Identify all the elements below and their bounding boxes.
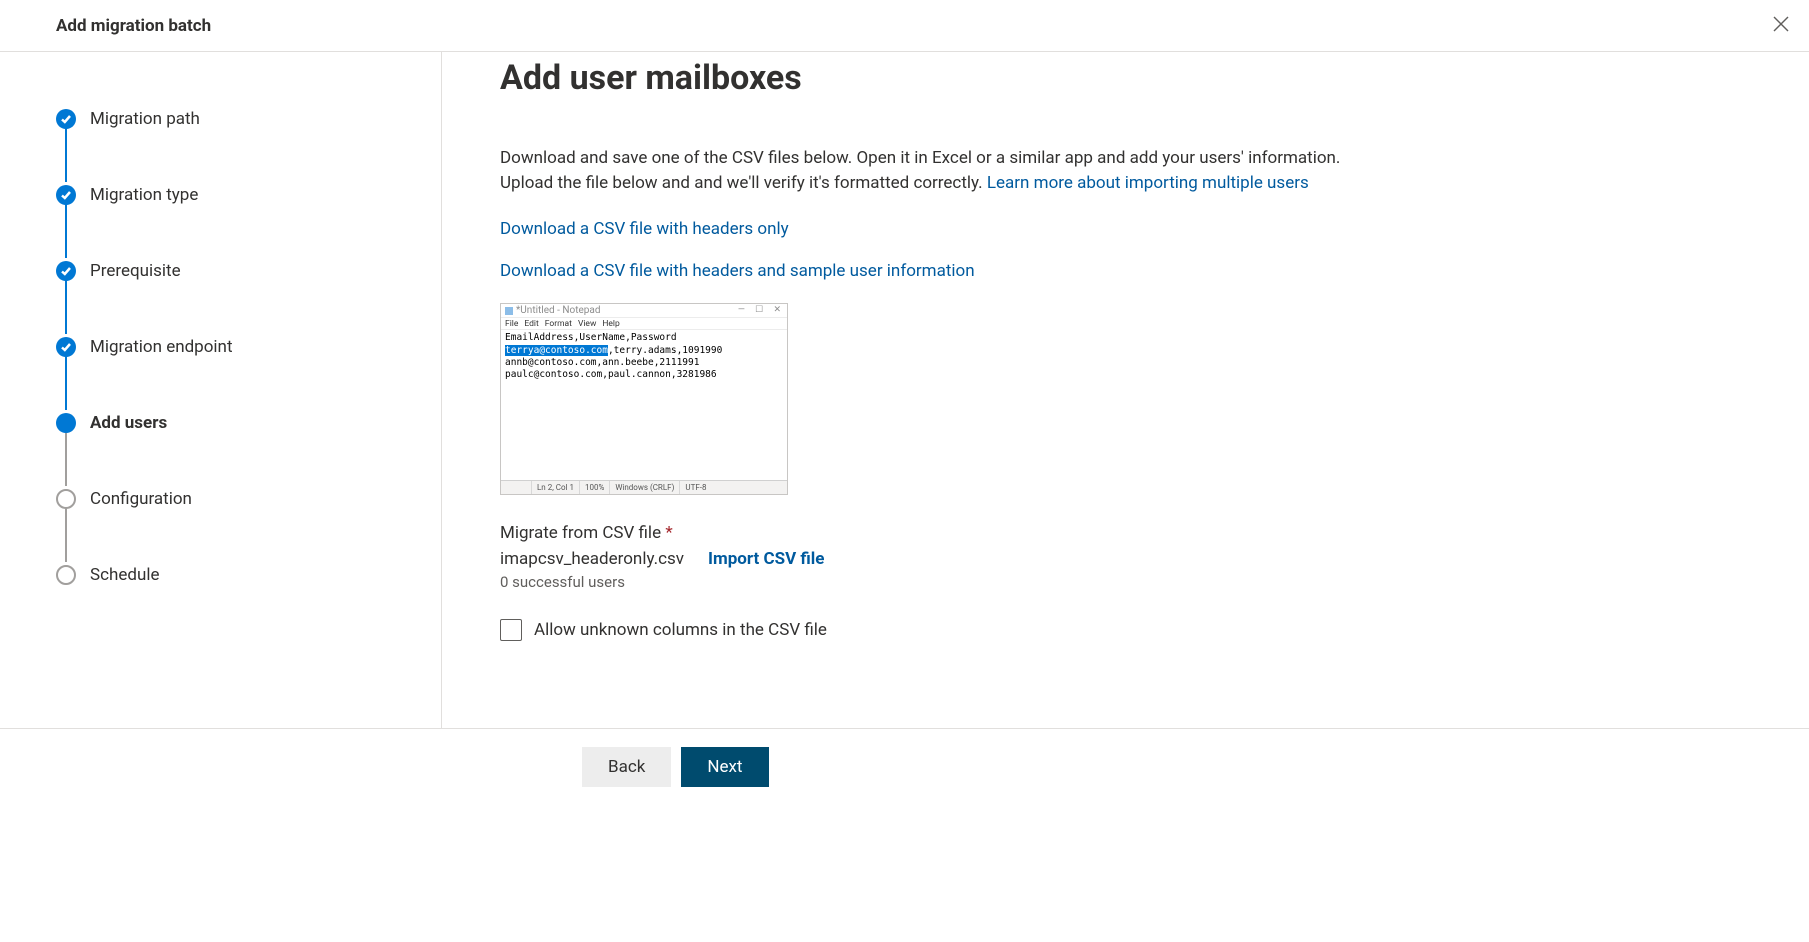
wizard-footer: Back Next bbox=[442, 728, 1809, 787]
step-migration-type[interactable]: Migration type bbox=[56, 184, 441, 206]
step-label: Migration endpoint bbox=[90, 337, 233, 357]
back-button[interactable]: Back bbox=[582, 747, 671, 787]
step-label: Migration type bbox=[90, 185, 198, 205]
csv-example-image: *Untitled - Notepad — ☐ ✕ File Edit Form… bbox=[500, 303, 788, 495]
main-content: Add user mailboxes Download and save one… bbox=[442, 52, 1809, 728]
allow-unknown-columns-checkbox[interactable] bbox=[500, 619, 522, 641]
dialog-title: Add migration batch bbox=[56, 16, 211, 36]
notepad-titlebar: *Untitled - Notepad — ☐ ✕ bbox=[501, 304, 787, 318]
required-asterisk: * bbox=[665, 523, 672, 543]
close-icon[interactable] bbox=[1771, 14, 1791, 34]
pending-step-icon bbox=[56, 565, 76, 585]
window-controls-icon: — ☐ ✕ bbox=[738, 305, 785, 315]
checkmark-icon bbox=[56, 185, 76, 205]
wizard-steps-sidebar: Migration path Migration type Prerequisi… bbox=[0, 52, 442, 728]
notepad-body: EmailAddress,UserName,Password terrya@co… bbox=[501, 330, 787, 480]
upload-status-text: 0 successful users bbox=[500, 573, 1769, 591]
csv-field-label: Migrate from CSV file * bbox=[500, 523, 1769, 543]
checkmark-icon bbox=[56, 109, 76, 129]
checkmark-icon bbox=[56, 261, 76, 281]
step-add-users[interactable]: Add users bbox=[56, 412, 441, 434]
description-text: Download and save one of the CSV files b… bbox=[500, 146, 1380, 195]
next-button[interactable]: Next bbox=[681, 747, 768, 787]
step-label: Add users bbox=[90, 413, 167, 433]
pending-step-icon bbox=[56, 489, 76, 509]
dialog-header: Add migration batch bbox=[0, 0, 1809, 52]
checkbox-label: Allow unknown columns in the CSV file bbox=[534, 620, 827, 640]
notepad-icon bbox=[505, 307, 513, 315]
step-prerequisite[interactable]: Prerequisite bbox=[56, 260, 441, 282]
step-label: Configuration bbox=[90, 489, 192, 509]
page-title: Add user mailboxes bbox=[500, 58, 1769, 98]
selected-file-name: imapcsv_headeronly.csv bbox=[500, 549, 684, 569]
notepad-menu: File Edit Format View Help bbox=[501, 318, 787, 330]
step-label: Schedule bbox=[90, 565, 159, 585]
step-configuration: Configuration bbox=[56, 488, 441, 510]
notepad-statusbar: Ln 2, Col 1 100% Windows (CRLF) UTF-8 bbox=[501, 480, 787, 494]
step-migration-endpoint[interactable]: Migration endpoint bbox=[56, 336, 441, 358]
learn-more-link[interactable]: Learn more about importing multiple user… bbox=[987, 173, 1309, 193]
step-label: Migration path bbox=[90, 109, 200, 129]
download-headers-only-link[interactable]: Download a CSV file with headers only bbox=[500, 219, 1769, 239]
step-label: Prerequisite bbox=[90, 261, 181, 281]
step-migration-path[interactable]: Migration path bbox=[56, 108, 441, 130]
current-step-icon bbox=[56, 413, 76, 433]
download-headers-sample-link[interactable]: Download a CSV file with headers and sam… bbox=[500, 261, 1769, 281]
step-schedule: Schedule bbox=[56, 564, 441, 586]
checkmark-icon bbox=[56, 337, 76, 357]
import-csv-link[interactable]: Import CSV file bbox=[708, 549, 824, 569]
